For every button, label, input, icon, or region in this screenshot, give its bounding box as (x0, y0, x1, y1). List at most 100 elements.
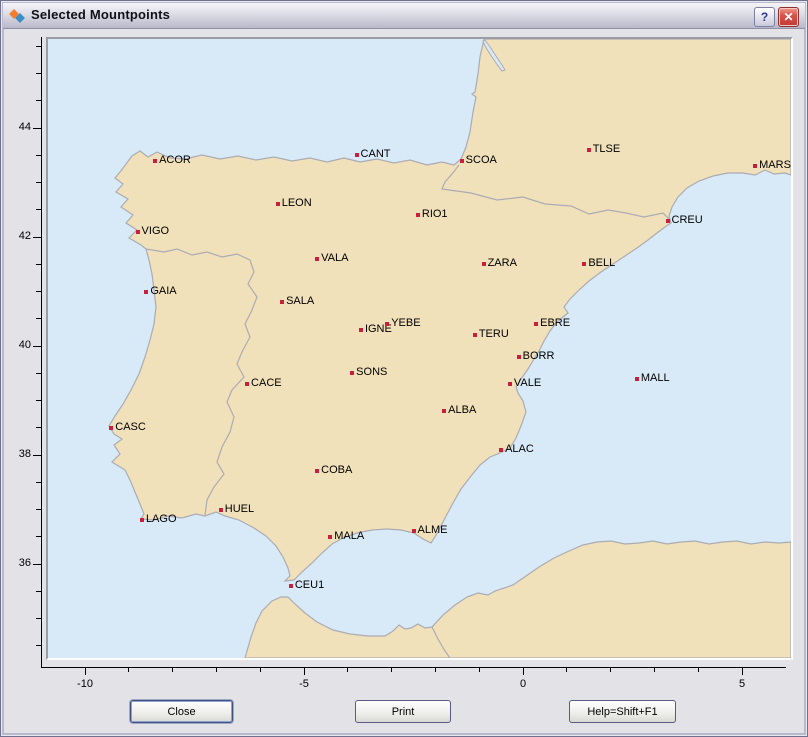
y-axis-tick (36, 73, 41, 74)
mountpoint-yebe[interactable] (385, 322, 389, 326)
y-axis-tick (36, 536, 41, 537)
y-axis-tick (36, 618, 41, 619)
mountpoint-label-tlse: TLSE (593, 143, 621, 155)
mountpoint-sons[interactable] (350, 371, 354, 375)
y-axis-tick-label: 40 (5, 339, 31, 351)
mountpoint-label-mars: MARS (759, 159, 791, 171)
x-axis-tick (610, 667, 611, 672)
window-title: Selected Mountpoints (31, 7, 170, 22)
mountpoint-acor[interactable] (153, 159, 157, 163)
mountpoint-teru[interactable] (473, 333, 477, 337)
mountpoint-cace[interactable] (245, 382, 249, 386)
y-axis-tick (36, 46, 41, 47)
mountpoint-label-yebe: YEBE (391, 317, 420, 329)
help-button[interactable]: Help=Shift+F1 (569, 700, 676, 723)
x-axis-tick (391, 667, 392, 672)
y-axis-major-tick (33, 346, 41, 347)
x-axis-major-tick (523, 667, 524, 675)
window-close-button[interactable]: ✕ (778, 7, 799, 27)
mountpoint-vigo[interactable] (136, 230, 140, 234)
y-axis-major-tick (33, 455, 41, 456)
y-axis-tick-label: 36 (5, 557, 31, 569)
mountpoint-zara[interactable] (482, 262, 486, 266)
mountpoint-vale[interactable] (508, 382, 512, 386)
title-bar[interactable]: Selected Mountpoints ? ✕ (3, 3, 805, 29)
mountpoint-coba[interactable] (315, 469, 319, 473)
selected-mountpoints-window: Selected Mountpoints ? ✕ Close Print Hel… (0, 0, 808, 737)
mountpoint-label-gaia: GAIA (150, 285, 176, 297)
y-axis-tick (36, 264, 41, 265)
print-button[interactable]: Print (355, 700, 451, 723)
x-axis-tick (698, 667, 699, 672)
y-axis-tick (36, 209, 41, 210)
y-axis-tick (36, 509, 41, 510)
mountpoint-mala[interactable] (328, 535, 332, 539)
mountpoint-leon[interactable] (276, 202, 280, 206)
y-axis-line (41, 37, 42, 668)
mountpoint-label-ceu1: CEU1 (295, 579, 324, 591)
mountpoint-rio1[interactable] (416, 213, 420, 217)
mountpoint-sala[interactable] (280, 300, 284, 304)
mountpoint-huel[interactable] (219, 508, 223, 512)
mountpoint-creu[interactable] (666, 219, 670, 223)
y-axis-tick (36, 427, 41, 428)
landmass-iberia-france (109, 39, 791, 581)
x-axis-major-tick (304, 667, 305, 675)
mountpoint-gaia[interactable] (144, 290, 148, 294)
mountpoint-label-vala: VALA (321, 252, 348, 264)
mountpoint-label-casc: CASC (115, 421, 146, 433)
x-axis-major-tick (85, 667, 86, 675)
mountpoint-alme[interactable] (412, 529, 416, 533)
mountpoint-label-huel: HUEL (225, 503, 254, 515)
y-axis-tick-label: 44 (5, 121, 31, 133)
map-panel[interactable] (46, 37, 793, 660)
x-axis-tick (216, 667, 217, 672)
x-axis-tick-label: -10 (68, 678, 102, 690)
x-axis-tick (479, 667, 480, 672)
mountpoint-alba[interactable] (442, 409, 446, 413)
y-axis-major-tick (33, 128, 41, 129)
mountpoint-label-sala: SALA (286, 295, 314, 307)
mountpoint-casc[interactable] (109, 426, 113, 430)
mountpoint-label-zara: ZARA (488, 257, 517, 269)
y-axis-tick (36, 591, 41, 592)
x-axis-tick (347, 667, 348, 672)
x-axis-major-tick (742, 667, 743, 675)
mountpoint-tlse[interactable] (587, 148, 591, 152)
x-axis-tick (566, 667, 567, 672)
y-axis-major-tick (33, 237, 41, 238)
mountpoint-vala[interactable] (315, 257, 319, 261)
y-axis-tick (36, 645, 41, 646)
x-axis-tick (435, 667, 436, 672)
y-axis-tick (36, 373, 41, 374)
close-button[interactable]: Close (130, 700, 233, 723)
y-axis-tick (36, 318, 41, 319)
mountpoint-ebre[interactable] (534, 322, 538, 326)
mountpoint-mall[interactable] (635, 377, 639, 381)
iberia-map (48, 39, 791, 658)
mountpoint-label-mall: MALL (641, 372, 670, 384)
x-axis-tick (172, 667, 173, 672)
mountpoint-label-mala: MALA (334, 530, 364, 542)
x-axis-tick-label: 0 (506, 678, 540, 690)
y-axis-tick (36, 155, 41, 156)
mountpoint-borr[interactable] (517, 355, 521, 359)
mountpoint-lago[interactable] (140, 518, 144, 522)
window-help-button[interactable]: ? (754, 7, 775, 27)
mountpoint-igne[interactable] (359, 328, 363, 332)
x-axis-tick (654, 667, 655, 672)
y-axis-tick (36, 291, 41, 292)
mountpoint-label-vigo: VIGO (142, 225, 170, 237)
mountpoint-label-leon: LEON (282, 197, 312, 209)
mountpoint-alac[interactable] (499, 448, 503, 452)
x-axis-tick-label: 5 (725, 678, 759, 690)
app-icon (9, 7, 26, 24)
mountpoint-mars[interactable] (753, 164, 757, 168)
mountpoint-label-alac: ALAC (505, 443, 534, 455)
mountpoint-label-borr: BORR (523, 350, 555, 362)
mountpoint-ceu1[interactable] (289, 584, 293, 588)
mountpoint-scoa[interactable] (460, 159, 464, 163)
mountpoint-bell[interactable] (582, 262, 586, 266)
mountpoint-label-ebre: EBRE (540, 317, 570, 329)
mountpoint-cant[interactable] (355, 153, 359, 157)
